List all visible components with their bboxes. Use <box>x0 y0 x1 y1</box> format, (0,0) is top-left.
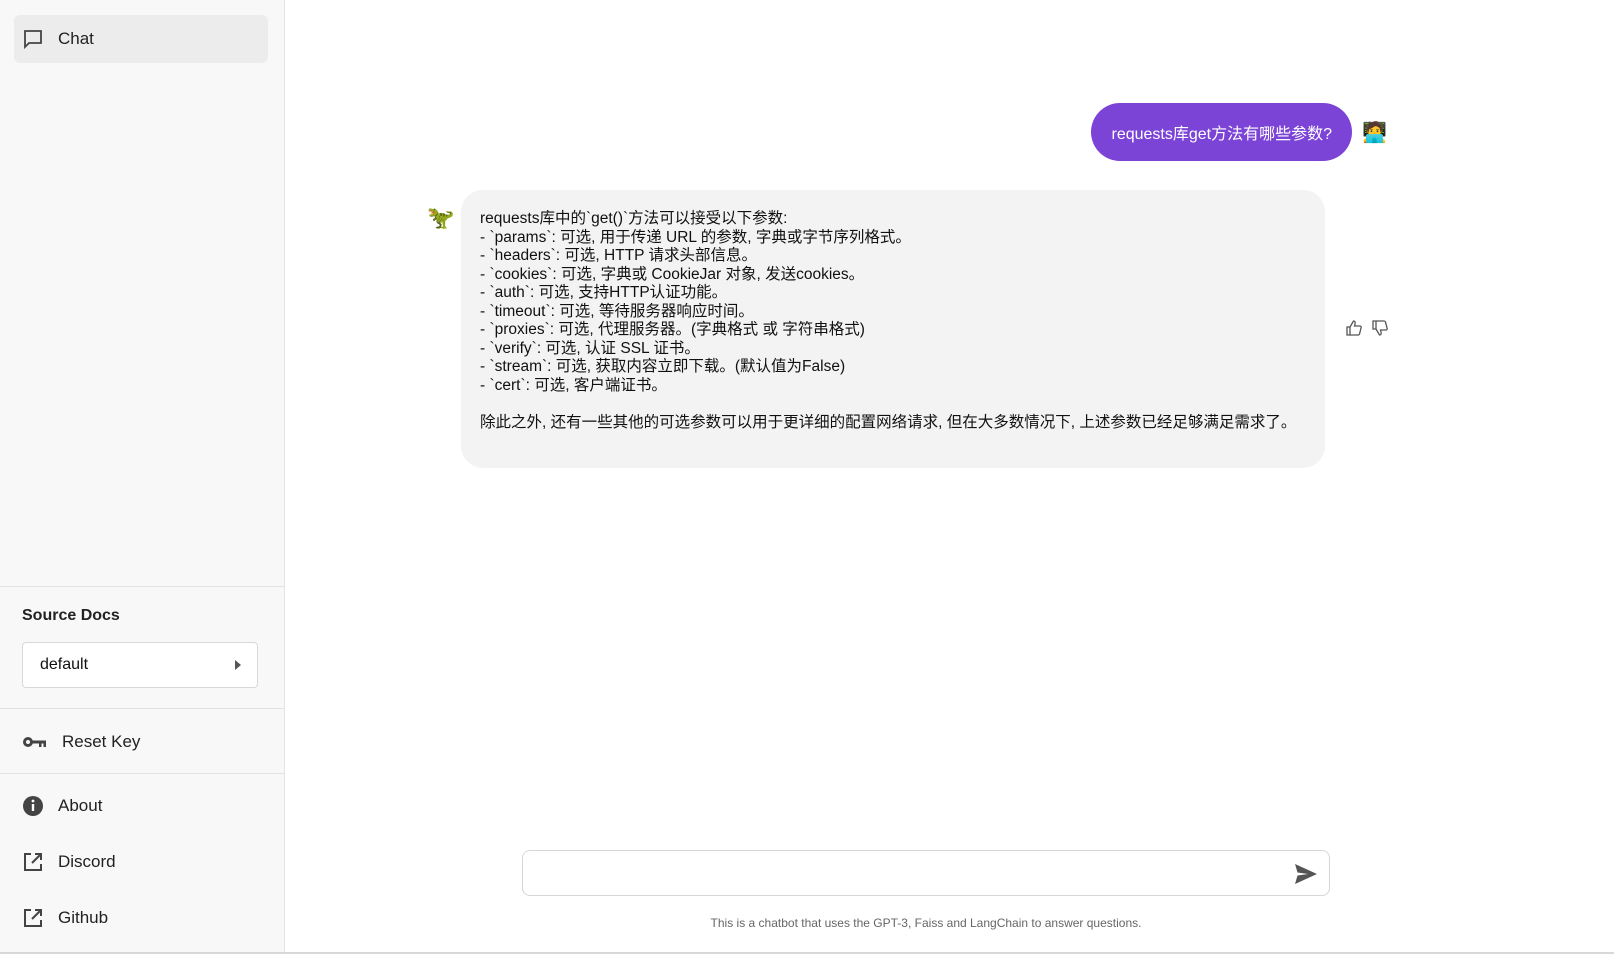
thumbs-down-icon[interactable] <box>1370 318 1390 338</box>
reset-key-button[interactable]: Reset Key <box>0 722 284 762</box>
source-docs-select-value: default <box>40 656 89 673</box>
send-icon <box>1295 864 1317 884</box>
bot-avatar: 🦖 <box>427 205 455 230</box>
info-icon <box>22 795 44 817</box>
bot-message-line: - `timeout`: 可选, 等待服务器响应时间。 <box>480 302 754 320</box>
github-link[interactable]: Github <box>0 898 284 938</box>
thumbs-up-icon[interactable] <box>1344 318 1364 338</box>
sidebar-divider <box>0 708 284 709</box>
bot-message-line: - `stream`: 可选, 获取内容立即下载。(默认值为False) <box>480 358 846 375</box>
bot-message-line: - `params`: 可选, 用于传递 URL 的参数, 字典或字节序列格式。 <box>480 228 911 246</box>
feedback-buttons <box>1344 318 1390 338</box>
bot-message-line: - `cert`: 可选, 客户端证书。 <box>480 376 667 394</box>
about-label: About <box>58 796 103 815</box>
discord-label: Discord <box>58 852 116 871</box>
sidebar-divider <box>0 586 284 587</box>
bot-message-line: - `headers`: 可选, HTTP 请求头部信息。 <box>480 247 758 264</box>
bot-message-line: - `verify`: 可选, 认证 SSL 证书。 <box>480 339 700 357</box>
discord-link[interactable]: Discord <box>0 842 284 882</box>
chat-bubble-icon <box>22 28 44 50</box>
chat-main: requests库get方法有哪些参数? 🧑‍💻 🦖 requests库中的`g… <box>285 0 1614 952</box>
bot-message-line: requests库中的`get()`方法可以接受以下参数: <box>480 210 788 227</box>
user-message-bubble: requests库get方法有哪些参数? <box>1091 103 1352 161</box>
external-link-icon <box>22 907 44 929</box>
key-icon <box>22 731 48 753</box>
footer-note: This is a chatbot that uses the GPT-3, F… <box>710 916 1142 930</box>
bot-message-closing: 除此之外, 还有一些其他的可选参数可以用于更详细的配置网络请求, 但在大多数情况… <box>480 413 1297 431</box>
nav-chat-label: Chat <box>58 29 94 48</box>
user-avatar: 🧑‍💻 <box>1362 121 1387 144</box>
bot-message-line: - `proxies`: 可选, 代理服务器。(字典格式 或 字符串格式) <box>480 321 865 338</box>
external-link-icon <box>22 851 44 873</box>
source-docs-title: Source Docs <box>22 607 120 624</box>
source-docs-select[interactable]: default <box>22 642 258 688</box>
message-input-box <box>522 850 1330 896</box>
nav-chat[interactable]: Chat <box>14 15 268 63</box>
reset-key-label: Reset Key <box>62 732 141 751</box>
sidebar: Chat Source Docs default Reset Key About… <box>0 0 285 952</box>
user-message-row: requests库get方法有哪些参数? 🧑‍💻 <box>1091 103 1387 161</box>
bot-message-line: - `auth`: 可选, 支持HTTP认证功能。 <box>480 284 728 301</box>
about-link[interactable]: About <box>0 786 284 826</box>
bot-message-line: - `cookies`: 可选, 字典或 CookieJar 对象, 发送coo… <box>480 265 865 283</box>
sidebar-divider <box>0 773 284 774</box>
send-button[interactable] <box>1293 861 1319 887</box>
message-input[interactable] <box>523 851 1291 895</box>
bot-message-bubble: requests库中的`get()`方法可以接受以下参数: - `params`… <box>461 190 1325 468</box>
github-label: Github <box>58 908 109 927</box>
caret-right-icon <box>235 660 241 670</box>
